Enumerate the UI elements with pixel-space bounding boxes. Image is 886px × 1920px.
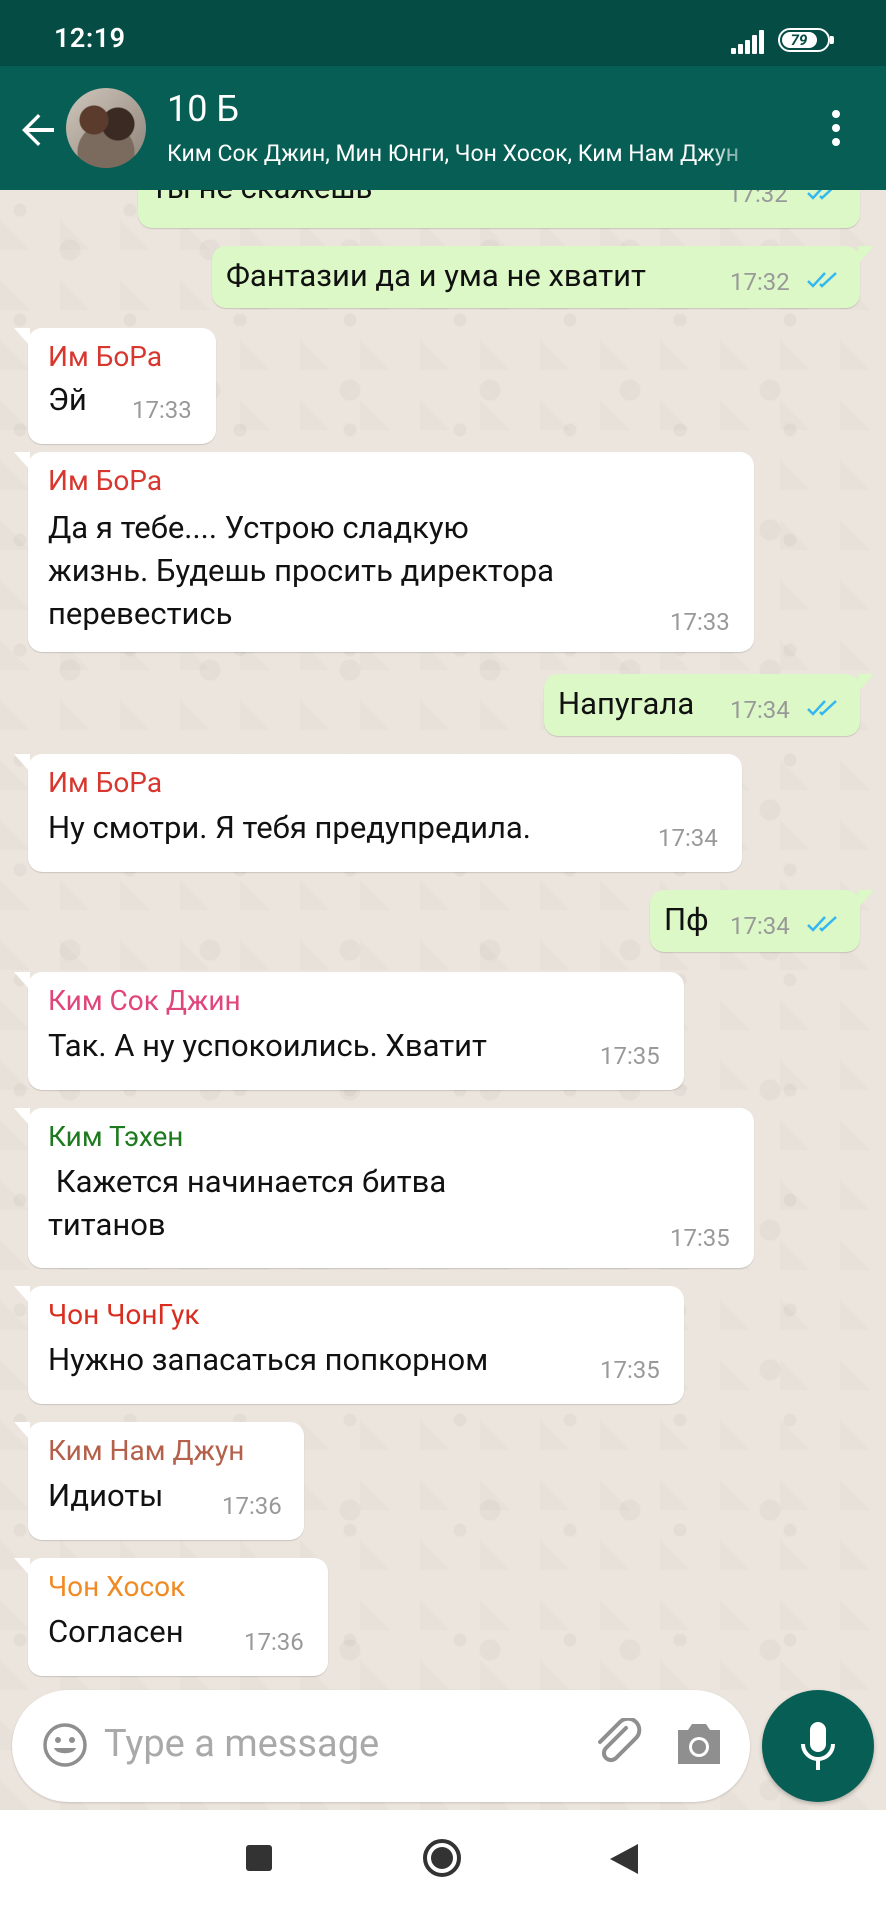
message-time: 17:36 xyxy=(222,1492,282,1520)
message-input[interactable]: Type a message xyxy=(104,1722,379,1766)
message-bubble[interactable]: Им БоРа Ну смотри. Я тебя предупредила. … xyxy=(14,754,742,872)
recents-button[interactable] xyxy=(246,1845,272,1871)
chat-title[interactable]: 10 Б xyxy=(167,88,239,130)
home-button[interactable] xyxy=(422,1838,462,1878)
battery-icon: 79 xyxy=(778,28,834,52)
message-sender[interactable]: Чон ЧонГук xyxy=(48,1298,200,1331)
message-time: 17:32 xyxy=(728,190,788,208)
message-sender[interactable]: Ким Нам Джун xyxy=(48,1434,244,1467)
message-text: ты не скажешь xyxy=(152,190,372,209)
message-sender[interactable]: Им БоРа xyxy=(48,766,162,799)
message-text: Фантазии да и ума не хватит xyxy=(226,257,646,294)
message-time: 17:35 xyxy=(600,1356,660,1384)
message-text: Да я тебе.... Устрою сладкую жизнь. Буде… xyxy=(48,509,555,632)
message-time: 17:34 xyxy=(658,824,718,852)
battery-level: 79 xyxy=(790,31,808,49)
message-bubble[interactable]: ты не скажешь 17:32 xyxy=(138,190,860,228)
message-text: Кажется начинается битва титанов xyxy=(48,1163,447,1243)
message-composer[interactable]: Type a message xyxy=(12,1690,750,1802)
group-avatar[interactable] xyxy=(66,88,146,168)
message-text: Пф xyxy=(664,901,709,938)
message-bubble[interactable]: Ким Нам Джун Идиоты 17:36 xyxy=(14,1422,304,1540)
message-bubble[interactable]: Им БоРа Эй 17:33 xyxy=(14,328,216,444)
status-time: 12:19 xyxy=(54,22,126,54)
message-bubble[interactable]: Ким Сок Джин Так. А ну успокоились. Хват… xyxy=(14,972,684,1090)
double-check-icon xyxy=(807,190,833,200)
message-time: 17:34 xyxy=(730,696,790,724)
status-bar: 12:19 79 xyxy=(0,0,886,66)
message-time: 17:35 xyxy=(600,1042,660,1070)
double-check-icon xyxy=(807,272,837,288)
message-text: Эй xyxy=(48,381,87,418)
voice-message-button[interactable] xyxy=(762,1690,874,1802)
signal-icon xyxy=(731,30,767,54)
microphone-icon xyxy=(801,1722,835,1770)
message-list[interactable]: ты не скажешь 17:32 Фантазии да и ума не… xyxy=(0,190,886,1810)
message-text: Идиоты xyxy=(48,1477,164,1514)
message-bubble[interactable]: Чон ЧонГук Нужно запасаться попкорном 17… xyxy=(14,1286,684,1404)
back-nav-button[interactable] xyxy=(608,1842,640,1876)
message-bubble[interactable]: Ким Тэхен Кажется начинается битва титан… xyxy=(14,1108,754,1268)
emoji-icon[interactable] xyxy=(42,1722,88,1768)
message-text: Нужно запасаться попкорном xyxy=(48,1341,489,1378)
chat-header: 10 Б Ким Сок Джин, Мин Юнги, Чон Хосок, … xyxy=(0,66,886,190)
message-sender[interactable]: Ким Сок Джин xyxy=(48,984,241,1017)
message-bubble[interactable]: Пф 17:34 xyxy=(650,890,874,952)
message-bubble[interactable]: Чон Хосок Согласен 17:36 xyxy=(14,1558,328,1676)
more-options-icon[interactable] xyxy=(826,106,846,154)
double-check-icon xyxy=(807,916,837,932)
message-text: Согласен xyxy=(48,1613,184,1650)
chat-members[interactable]: Ким Сок Джин, Мин Юнги, Чон Хосок, Ким Н… xyxy=(167,140,767,167)
message-time: 17:35 xyxy=(670,1224,730,1252)
message-text: Ну смотри. Я тебя предупредила. xyxy=(48,809,531,846)
message-text: Напугала xyxy=(558,685,695,722)
message-time: 17:34 xyxy=(730,912,790,940)
message-sender[interactable]: Им БоРа xyxy=(48,464,162,497)
double-check-icon xyxy=(807,700,837,716)
message-bubble[interactable]: Им БоРа Да я тебе.... Устрою сладкую жиз… xyxy=(14,452,754,652)
attach-icon[interactable] xyxy=(592,1718,644,1772)
camera-icon[interactable] xyxy=(674,1722,724,1766)
message-bubble[interactable]: Фантазии да и ума не хватит 17:32 xyxy=(212,246,874,308)
message-bubble[interactable]: Напугала 17:34 xyxy=(544,674,874,736)
message-time: 17:33 xyxy=(132,396,192,424)
message-sender[interactable]: Чон Хосок xyxy=(48,1570,185,1603)
message-sender[interactable]: Ким Тэхен xyxy=(48,1120,183,1153)
message-text: Так. А ну успокоились. Хватит xyxy=(48,1027,487,1064)
message-time: 17:36 xyxy=(244,1628,304,1656)
message-time: 17:33 xyxy=(670,608,730,636)
message-time: 17:32 xyxy=(730,268,790,296)
back-arrow-icon[interactable] xyxy=(14,106,62,154)
message-sender[interactable]: Им БоРа xyxy=(48,340,162,373)
